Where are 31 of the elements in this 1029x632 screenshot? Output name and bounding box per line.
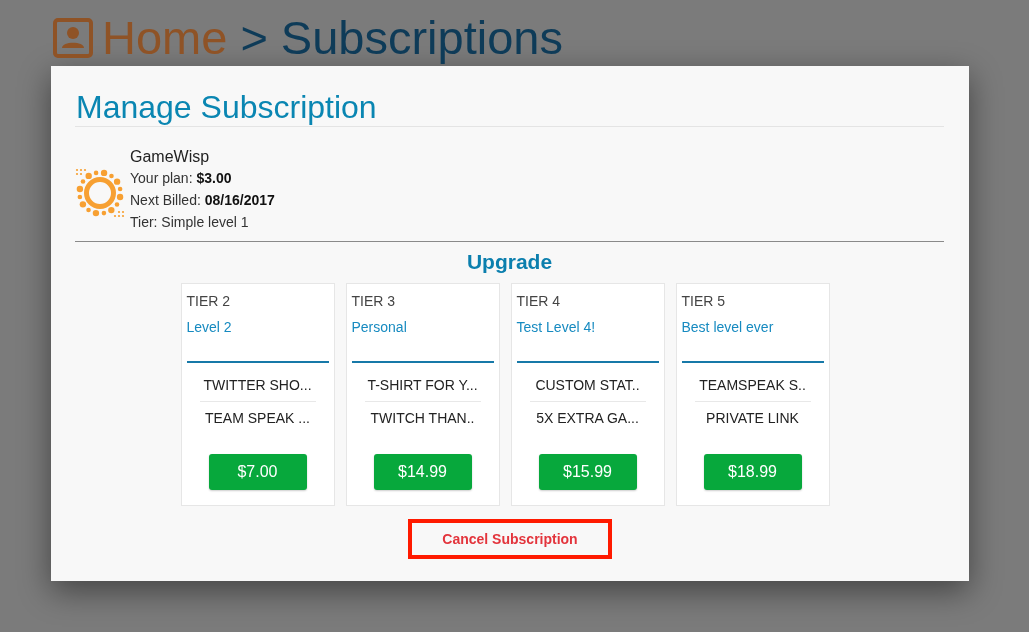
feature-item: TWITCH THAN.. — [364, 401, 481, 434]
price-button[interactable]: $7.00 — [208, 454, 307, 490]
section-heading: Upgrade — [466, 249, 553, 275]
tier-label: TIER 2 — [186, 292, 231, 311]
price-button[interactable]: $18.99 — [703, 454, 802, 490]
breadcrumb-separator: > — [240, 10, 268, 66]
detail-line: Tier: Simple level 1 — [130, 213, 250, 232]
cancel-button[interactable]: Cancel Subscription — [408, 519, 612, 559]
tier-label: TIER 3 — [351, 292, 396, 311]
breadcrumb-current: Subscriptions — [280, 10, 563, 66]
detail-line: Your plan: $3.00 — [130, 169, 233, 188]
feature-item: PRIVATE LINK — [694, 401, 811, 434]
feature-item: T-SHIRT FOR Y... — [366, 376, 479, 395]
user-icon — [53, 18, 93, 58]
feature-item: TWITTER SHO... — [202, 376, 313, 395]
detail-line: Next Billed: 08/16/2017 — [130, 191, 275, 210]
service-name: GameWisp — [130, 147, 211, 167]
feature-item: 5X EXTRA GA... — [529, 401, 646, 434]
tier-name: Personal — [351, 318, 407, 337]
tier-name: Level 2 — [186, 318, 232, 337]
tier-name: Best level ever — [681, 318, 774, 337]
feature-item: CUSTOM STAT.. — [534, 376, 641, 395]
price-button[interactable]: $15.99 — [538, 454, 637, 490]
feature-item: TEAM SPEAK ... — [199, 401, 316, 434]
feature-item: TEAMSPEAK S.. — [698, 376, 807, 395]
modal-title: Manage Subscription — [75, 88, 944, 127]
tier-label: TIER 5 — [681, 292, 726, 311]
dotted-ring-logo-icon — [75, 167, 125, 218]
price-button[interactable]: $14.99 — [373, 454, 472, 490]
tier-name: Test Level 4! — [516, 318, 596, 337]
tier-label: TIER 4 — [516, 292, 561, 311]
